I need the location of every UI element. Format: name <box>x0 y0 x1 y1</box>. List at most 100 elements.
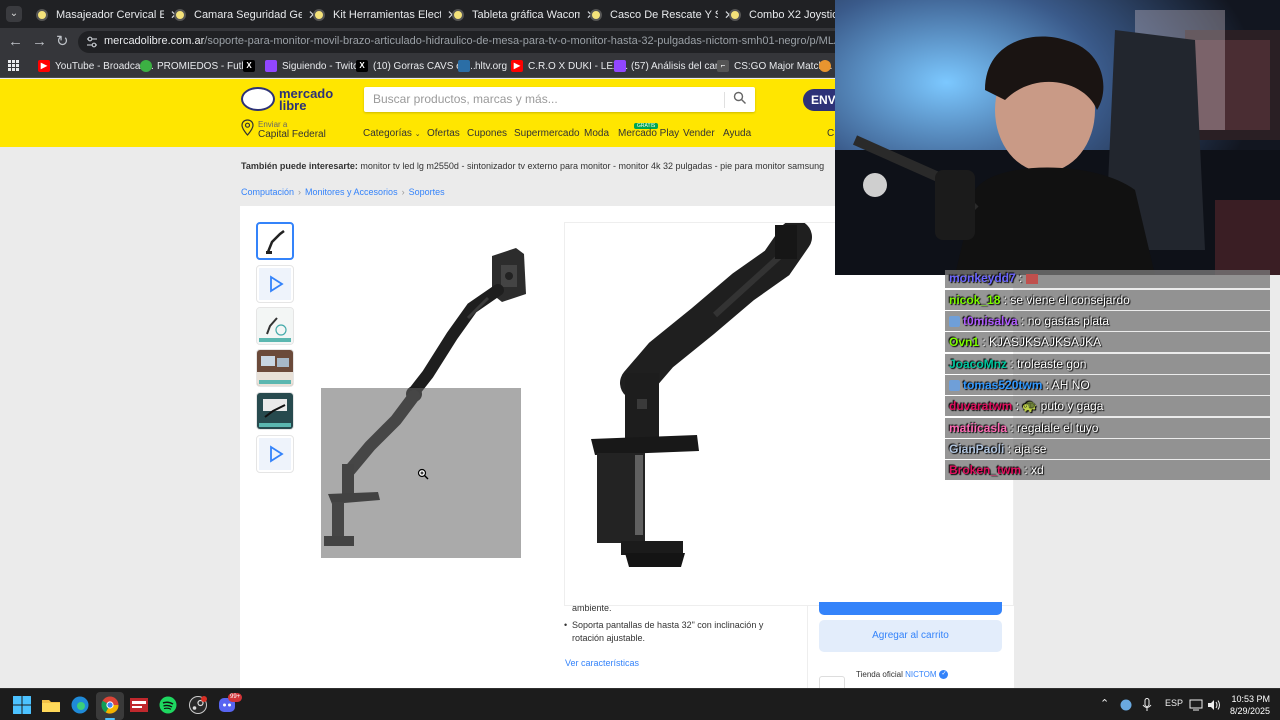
chat-message: matiicasla : regalale el tuyo <box>945 418 1270 438</box>
nav-ofertas[interactable]: Ofertas <box>427 128 460 139</box>
browser-tab[interactable]: Kit Herramientas Electric ✕ <box>307 4 457 26</box>
nav-account-partial[interactable]: C <box>827 128 834 139</box>
show-hidden-icons-chevron-icon[interactable]: ⌃ <box>1100 697 1109 710</box>
chevron-down-icon: ⌄ <box>414 131 421 138</box>
tab-label: Kit Herramientas Electric <box>333 9 441 21</box>
chrome-icon[interactable] <box>100 695 120 715</box>
breadcrumb-item[interactable]: Soportes <box>409 187 445 197</box>
nav-moda[interactable]: Moda <box>584 128 609 139</box>
nav-supermercado[interactable]: Supermercado <box>514 128 580 139</box>
logo-text: mercado libre <box>279 86 334 113</box>
steam-icon[interactable] <box>188 695 208 715</box>
search-divider <box>724 92 725 108</box>
bookmark-item[interactable]: ▶ C.R.O X DUKI - LEX... <box>511 60 628 72</box>
bookmark-label: Siguiendo - Twitch <box>282 60 364 72</box>
clock-date: 8/29/2025 <box>1229 706 1270 716</box>
chat-text: : no gastas plata <box>1021 314 1110 328</box>
browser-tab[interactable]: Masajeador Cervical Espa ✕ <box>30 4 180 26</box>
network-icon[interactable] <box>1189 699 1203 711</box>
video-thumbnail[interactable] <box>256 435 294 473</box>
browser-tab[interactable]: Casco De Rescate Y Segur ✕ <box>584 4 734 26</box>
file-explorer-icon[interactable] <box>41 695 61 715</box>
bookmark-item[interactable]: hltv.org <box>458 60 507 72</box>
breadcrumb-separator-icon: › <box>298 187 302 197</box>
nav-categorias[interactable]: Categorías ⌄ <box>363 128 421 139</box>
obs-app-icon[interactable] <box>129 695 149 715</box>
tab-label: Casco De Rescate Y Segur <box>610 9 718 21</box>
tab-search-icon[interactable]: ⌄ <box>6 6 22 22</box>
chat-text: : regalale el tuyo <box>1010 421 1099 435</box>
browser-tab[interactable]: Tableta gráfica Wacom On ✕ <box>446 4 596 26</box>
breadcrumb-item[interactable]: Computación <box>241 187 294 197</box>
nav-mercado-play[interactable]: Mercado Play <box>618 128 679 139</box>
buy-now-button[interactable] <box>819 602 1002 615</box>
webcam-image <box>835 0 1280 275</box>
volume-icon[interactable] <box>1207 699 1221 711</box>
tab-favicon-icon <box>36 9 48 21</box>
site-info-icon[interactable] <box>86 36 98 48</box>
search-input[interactable] <box>373 92 713 106</box>
system-clock[interactable]: 10:53 PM 8/29/2025 <box>1226 693 1270 717</box>
chat-message: monkeydd7 : <box>945 270 1270 288</box>
chat-text: : <box>1019 271 1023 285</box>
tab-favicon-icon <box>313 9 325 21</box>
breadcrumb-separator-icon: › <box>401 187 405 197</box>
youtube-icon: ▶ <box>38 60 50 72</box>
chat-message: tomas520twm : AH NO <box>945 375 1270 395</box>
browser-tab[interactable]: Camara Seguridad Geotek ✕ <box>168 4 318 26</box>
store-prefix: Tienda oficial <box>856 670 903 679</box>
nav-cupones[interactable]: Cupones <box>467 128 507 139</box>
bookmark-item[interactable]: PROMIEDOS - Futb... <box>140 60 255 72</box>
thumbnail-image[interactable] <box>256 222 294 260</box>
stream-chat-overlay: monkeydd7 : nicok_18 : se viene el conse… <box>945 270 1270 482</box>
add-to-cart-button[interactable]: Agregar al carrito <box>819 620 1002 652</box>
thumbnail-image[interactable] <box>256 392 294 430</box>
notification-count-badge: 99+ <box>228 693 243 702</box>
product-description: ambiente. Soporta pantallas de hasta 32"… <box>562 602 792 645</box>
back-icon[interactable]: ← <box>8 34 23 50</box>
clock-time: 10:53 PM <box>1231 694 1270 704</box>
bookmark-item[interactable]: X <box>243 60 260 72</box>
search-icon[interactable] <box>733 91 747 105</box>
webcam-overlay <box>835 0 1280 275</box>
nav-label: Categorías <box>363 128 412 139</box>
bookmark-item[interactable]: (57) Análisis del can... <box>614 60 729 72</box>
bookmark-item[interactable]: ⌐ CS:GO Major Match... <box>717 60 832 72</box>
bookmark-label: CS:GO Major Match... <box>734 60 833 72</box>
official-store: Tienda oficial NICTOM ✓ <box>856 670 949 680</box>
ship-to-city: Capital Federal <box>258 129 326 140</box>
twitch-icon <box>614 60 626 72</box>
store-name-link[interactable]: NICTOM <box>905 670 936 679</box>
chat-message: t0misalva : no gastas plata <box>945 311 1270 331</box>
bookmark-item[interactable]: ▶ YouTube - Broadcas... <box>38 60 154 72</box>
input-language[interactable]: ESP <box>1165 698 1183 708</box>
tab-favicon-icon <box>174 9 186 21</box>
nav-ayuda[interactable]: Ayuda <box>723 128 751 139</box>
related-searches-links[interactable]: monitor tv led lg m2550d - sintonizador … <box>360 161 824 171</box>
forward-icon[interactable]: → <box>32 34 47 50</box>
thumbnail-image[interactable] <box>256 349 294 387</box>
steam-tray-icon[interactable] <box>1120 699 1132 711</box>
reload-icon[interactable]: ↻ <box>56 34 69 50</box>
chat-username: t0misalva <box>963 314 1018 328</box>
video-thumbnail[interactable] <box>256 265 294 303</box>
emote-icon <box>1025 273 1038 284</box>
tab-label: Camara Seguridad Geotek <box>194 9 302 21</box>
nav-vender[interactable]: Vender <box>683 128 715 139</box>
bookmark-item[interactable] <box>819 60 836 72</box>
csgo-icon: ⌐ <box>717 60 729 72</box>
chat-message: Broken_twm : xd <box>945 460 1270 480</box>
bookmark-item[interactable]: Siguiendo - Twitch <box>265 60 364 72</box>
spotify-icon[interactable] <box>158 695 178 715</box>
url-domain: mercadolibre.com.ar <box>104 35 205 47</box>
see-features-link[interactable]: Ver características <box>565 658 639 668</box>
microphone-icon[interactable] <box>1142 698 1152 712</box>
related-searches-label: También puede interesarte: <box>241 161 358 171</box>
handshake-icon <box>241 87 275 111</box>
windows-start-icon[interactable] <box>12 695 32 715</box>
apps-grid-icon[interactable] <box>8 60 19 71</box>
breadcrumb-item[interactable]: Monitores y Accesorios <box>305 187 398 197</box>
edge-icon[interactable] <box>70 695 90 715</box>
breadcrumb: Computación › Monitores y Accesorios › Sopor… <box>241 187 445 197</box>
thumbnail-image[interactable] <box>256 307 294 345</box>
